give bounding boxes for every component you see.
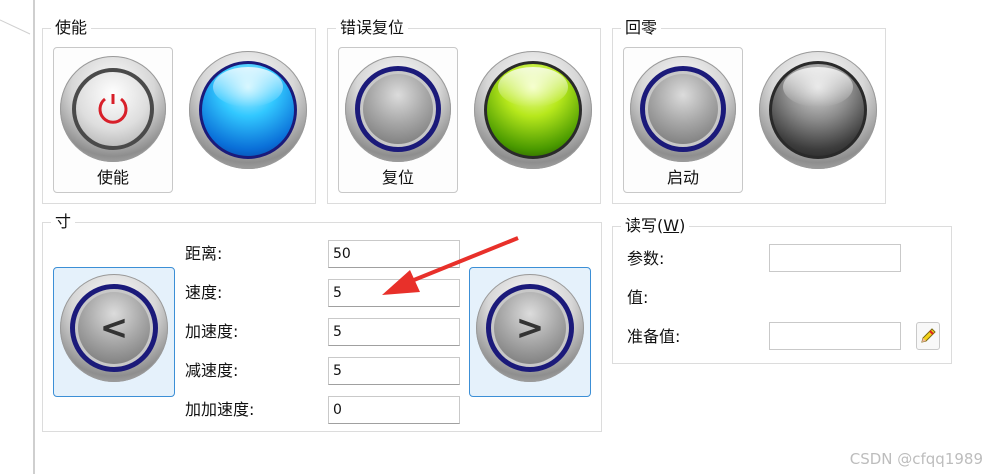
jog-backward-button[interactable]: < xyxy=(53,267,175,397)
decel-input[interactable]: 5 xyxy=(328,357,460,385)
rw-group-title: 读写(W) xyxy=(621,215,690,237)
reset-lamp-gloss xyxy=(498,67,568,107)
param-input[interactable] xyxy=(769,244,901,272)
home-button-label: 启动 xyxy=(666,168,699,187)
read-write-group: 读写(W) 参数: 值: 准备值: xyxy=(612,215,952,364)
chevron-right-icon: > xyxy=(515,308,545,348)
watermark: CSDN @cfqq1989 xyxy=(849,450,983,468)
arrow-head xyxy=(382,270,420,295)
enable-button[interactable]: 使能 xyxy=(53,47,173,193)
reset-group-title: 错误复位 xyxy=(336,17,409,39)
accel-label: 加速度: xyxy=(185,322,239,341)
reset-button-label: 复位 xyxy=(381,168,414,187)
enable-group: 使能 使能 xyxy=(42,17,316,204)
home-group-title: 回零 xyxy=(621,17,662,39)
value-label: 值: xyxy=(627,288,649,307)
jerk-label: 加加速度: xyxy=(185,400,255,419)
annotation-arrow xyxy=(382,236,519,295)
panel-left-border xyxy=(33,0,35,474)
reset-group: 错误复位 复位 xyxy=(327,17,601,204)
param-label: 参数: xyxy=(627,249,665,268)
accel-input[interactable]: 5 xyxy=(328,318,460,346)
distance-label: 距离: xyxy=(185,244,223,263)
home-start-button[interactable]: 启动 xyxy=(623,47,743,193)
enable-group-title: 使能 xyxy=(51,17,92,39)
home-lamp-gloss xyxy=(783,67,853,107)
rw-title-accel-key: W xyxy=(663,216,680,235)
arrow-shaft xyxy=(403,236,519,286)
reset-button[interactable]: 复位 xyxy=(338,47,458,193)
chevron-left-icon: < xyxy=(99,308,129,348)
enable-lamp-gloss xyxy=(213,67,283,107)
decel-label: 减速度: xyxy=(185,361,239,380)
corner-decoration xyxy=(0,19,31,35)
home-group: 回零 启动 xyxy=(612,17,886,204)
speed-label: 速度: xyxy=(185,283,223,302)
reset-button-face xyxy=(363,74,433,144)
pencil-icon xyxy=(921,328,936,343)
prepare-value-label: 准备值: xyxy=(627,327,681,346)
enable-button-label: 使能 xyxy=(96,168,129,187)
edit-value-button[interactable] xyxy=(916,322,940,350)
prepare-value-input[interactable] xyxy=(769,322,901,350)
jog-group-title: 寸 xyxy=(51,211,76,233)
jerk-input[interactable]: 0 xyxy=(328,396,460,424)
power-icon xyxy=(98,94,128,124)
home-button-face xyxy=(648,74,718,144)
